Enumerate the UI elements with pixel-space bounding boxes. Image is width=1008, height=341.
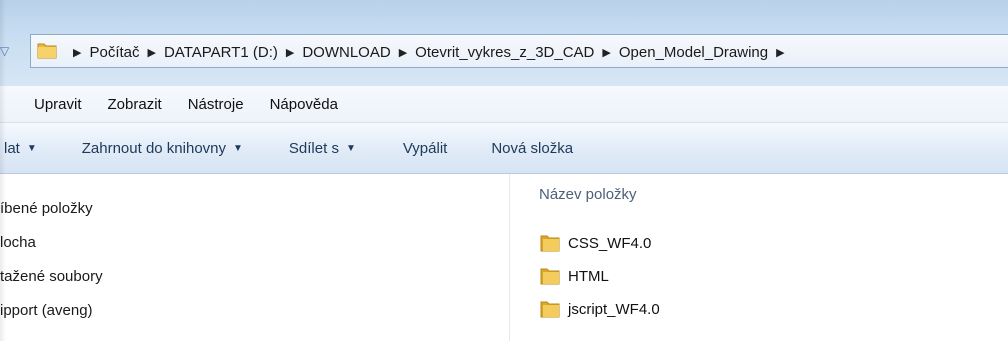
- folder-icon: [37, 43, 57, 59]
- chevron-down-icon: ▼: [233, 142, 243, 154]
- include-in-library-label: Zahrnout do knihovny: [81, 139, 227, 157]
- folder-icon: [540, 235, 560, 252]
- menu-item-upravit[interactable]: Upravit: [0, 96, 95, 113]
- file-name: CSS_WF4.0: [568, 234, 652, 252]
- window-title-area: ▽ ▶ Počítač ▶ DATAPART1 (D:) ▶ DOWNLOAD …: [0, 0, 1008, 86]
- menu-item-napoveda[interactable]: Nápověda: [257, 96, 351, 113]
- folder-icon: [540, 301, 560, 318]
- include-in-library-button[interactable]: Zahrnout do knihovny ▼: [82, 140, 243, 157]
- list-item[interactable]: jscript_WF4.0: [540, 298, 660, 320]
- content-area: íbené položky locha tažené soubory ippor…: [0, 174, 1008, 341]
- breadcrumb-item-download[interactable]: DOWNLOAD: [302, 44, 390, 61]
- nav-item-downloads[interactable]: tažené soubory: [0, 268, 103, 285]
- breadcrumb-separator-icon[interactable]: ▶: [776, 46, 784, 59]
- breadcrumb-item-open-model[interactable]: Open_Model_Drawing: [619, 44, 768, 61]
- list-item[interactable]: CSS_WF4.0: [540, 232, 651, 254]
- share-with-label: Sdílet s: [288, 139, 339, 157]
- menu-item-nastroje[interactable]: Nástroje: [175, 96, 257, 113]
- address-box[interactable]: ▶ Počítač ▶ DATAPART1 (D:) ▶ DOWNLOAD ▶ …: [30, 34, 1008, 68]
- breadcrumb-separator-icon[interactable]: ▶: [73, 46, 81, 59]
- share-with-button[interactable]: Sdílet s ▼: [289, 140, 356, 157]
- file-list-pane[interactable]: Název položky CSS_WF4.0 HTML jscript_WF4…: [510, 174, 1008, 341]
- chevron-down-icon: ▼: [345, 142, 356, 154]
- navigation-pane[interactable]: íbené položky locha tažené soubory ippor…: [0, 174, 510, 341]
- breadcrumb-item-otevrit[interactable]: Otevrit_vykres_z_3D_CAD: [415, 44, 594, 61]
- breadcrumb-separator-icon[interactable]: ▶: [602, 46, 610, 59]
- folder-icon: [540, 268, 560, 285]
- breadcrumb-separator-icon[interactable]: ▶: [286, 46, 294, 59]
- breadcrumb-separator-icon[interactable]: ▶: [399, 46, 407, 59]
- column-header-name[interactable]: Název položky: [539, 186, 637, 203]
- command-bar: lat ▼ Zahrnout do knihovny ▼ Sdílet s ▼ …: [0, 123, 1008, 174]
- nav-item-favorites[interactable]: íbené položky: [0, 200, 93, 217]
- window-edge-shadow: [0, 0, 6, 341]
- burn-button[interactable]: Vypálit: [403, 140, 447, 157]
- file-name: HTML: [568, 267, 609, 285]
- menu-bar: Upravit Zobrazit Nástroje Nápověda: [0, 86, 1008, 123]
- nav-item-support[interactable]: ipport (aveng): [0, 302, 93, 319]
- organize-button[interactable]: lat ▼: [4, 140, 37, 157]
- breadcrumb-item-datapart1[interactable]: DATAPART1 (D:): [164, 44, 278, 61]
- breadcrumb-item-pocitac[interactable]: Počítač: [89, 44, 139, 61]
- file-name: jscript_WF4.0: [568, 300, 660, 318]
- organize-label: lat: [4, 139, 20, 157]
- address-bar: ▽ ▶ Počítač ▶ DATAPART1 (D:) ▶ DOWNLOAD …: [0, 30, 1008, 72]
- breadcrumb: ▶ Počítač ▶ DATAPART1 (D:) ▶ DOWNLOAD ▶ …: [65, 35, 793, 69]
- menu-item-zobrazit[interactable]: Zobrazit: [95, 96, 175, 113]
- chevron-down-icon: ▼: [26, 142, 37, 154]
- list-item[interactable]: HTML: [540, 265, 609, 287]
- breadcrumb-separator-icon[interactable]: ▶: [148, 46, 156, 59]
- new-folder-button[interactable]: Nová složka: [491, 140, 573, 157]
